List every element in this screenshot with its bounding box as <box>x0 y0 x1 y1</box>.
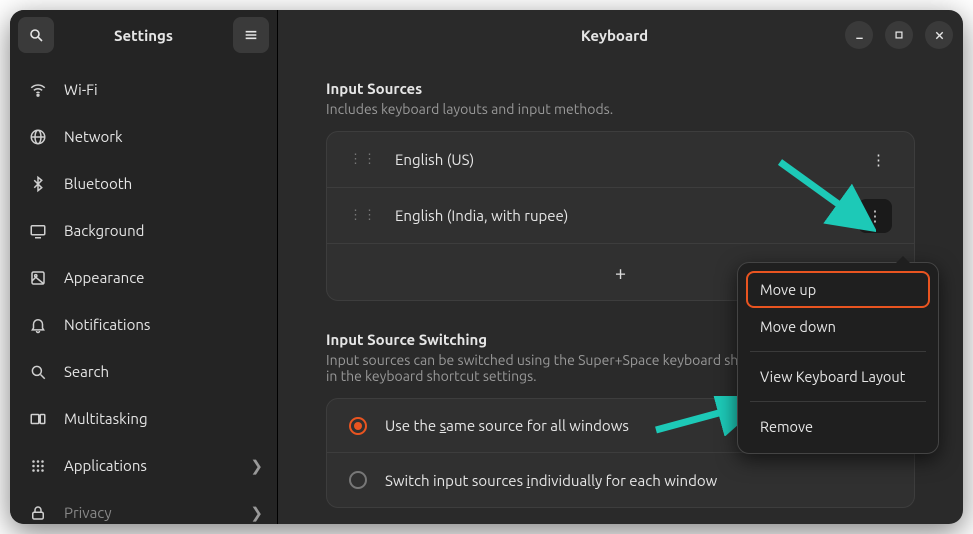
menu-item-move-down[interactable]: Move down <box>746 308 930 345</box>
context-menu: Move up Move down View Keyboard Layout R… <box>737 262 939 454</box>
sidebar-item-label: Applications <box>64 457 234 474</box>
bell-icon <box>28 316 48 334</box>
globe-icon <box>28 128 48 146</box>
sidebar-item-label: Appearance <box>64 269 263 286</box>
close-icon <box>934 30 945 41</box>
radio-button[interactable] <box>349 471 367 489</box>
sidebar-item-network[interactable]: Network <box>10 113 277 160</box>
radio-label: Use the same source for all windows <box>385 417 629 434</box>
sidebar-item-wifi[interactable]: Wi-Fi <box>10 66 277 113</box>
close-button[interactable] <box>925 21 953 49</box>
sidebar-item-label: Network <box>64 128 263 145</box>
radio-button[interactable] <box>349 417 367 435</box>
plus-icon: + <box>615 261 626 284</box>
annotation-arrow <box>776 158 876 234</box>
sidebar-item-multitasking[interactable]: Multitasking <box>10 395 277 442</box>
maximize-button[interactable] <box>885 21 913 49</box>
radio-label: Switch input sources individually for ea… <box>385 472 717 489</box>
menu-item-view-layout[interactable]: View Keyboard Layout <box>746 358 930 395</box>
menu-separator <box>750 401 926 402</box>
input-sources-subtitle: Includes keyboard layouts and input meth… <box>326 101 915 117</box>
window-controls <box>845 21 953 49</box>
sidebar-item-label: Search <box>64 363 263 380</box>
maximize-icon <box>894 30 904 40</box>
main-panel: Keyboard Input Sources Includes keyboard… <box>278 10 963 524</box>
sidebar-item-privacy[interactable]: Privacy ❯ <box>10 489 277 524</box>
multitasking-icon <box>28 410 48 428</box>
sidebar-item-bluetooth[interactable]: Bluetooth <box>10 160 277 207</box>
sidebar-item-label: Multitasking <box>64 410 263 427</box>
sidebar-item-label: Background <box>64 222 263 239</box>
menu-separator <box>750 351 926 352</box>
sidebar-item-background[interactable]: Background <box>10 207 277 254</box>
sidebar: Settings Wi-Fi Network Bluetooth Backgro… <box>10 10 278 524</box>
sidebar-item-label: Notifications <box>64 316 263 333</box>
menu-item-remove[interactable]: Remove <box>746 408 930 445</box>
radio-option-individual[interactable]: Switch input sources individually for ea… <box>327 453 914 507</box>
sidebar-title: Settings <box>62 27 225 44</box>
settings-window: Settings Wi-Fi Network Bluetooth Backgro… <box>10 10 963 524</box>
search-icon <box>28 363 48 381</box>
sidebar-item-label: Privacy <box>64 504 234 521</box>
menu-item-move-up[interactable]: Move up <box>746 271 930 308</box>
page-title: Keyboard <box>384 27 845 44</box>
hamburger-button[interactable] <box>233 17 269 53</box>
sidebar-item-search[interactable]: Search <box>10 348 277 395</box>
search-button[interactable] <box>18 17 54 53</box>
display-icon <box>28 222 48 240</box>
chevron-right-icon: ❯ <box>250 504 263 522</box>
hamburger-icon <box>243 27 259 43</box>
sidebar-item-notifications[interactable]: Notifications <box>10 301 277 348</box>
chevron-right-icon: ❯ <box>250 457 263 475</box>
minimize-icon <box>854 30 865 41</box>
wifi-icon <box>28 81 48 99</box>
sidebar-item-label: Wi-Fi <box>64 81 263 98</box>
drag-handle-icon[interactable]: ⋮⋮ <box>349 208 377 223</box>
grid-icon <box>28 457 48 475</box>
drag-handle-icon[interactable]: ⋮⋮ <box>349 152 377 167</box>
appearance-icon <box>28 269 48 287</box>
sidebar-header: Settings <box>10 10 277 60</box>
sidebar-item-label: Bluetooth <box>64 175 263 192</box>
input-source-label: English (India, with rupee) <box>395 207 840 224</box>
sidebar-item-applications[interactable]: Applications ❯ <box>10 442 277 489</box>
bluetooth-icon <box>28 175 48 193</box>
lock-icon <box>28 504 48 522</box>
minimize-button[interactable] <box>845 21 873 49</box>
input-sources-title: Input Sources <box>326 80 915 97</box>
search-icon <box>28 27 44 43</box>
sidebar-list: Wi-Fi Network Bluetooth Background Appea… <box>10 60 277 524</box>
main-header: Keyboard <box>278 10 963 60</box>
sidebar-item-appearance[interactable]: Appearance <box>10 254 277 301</box>
